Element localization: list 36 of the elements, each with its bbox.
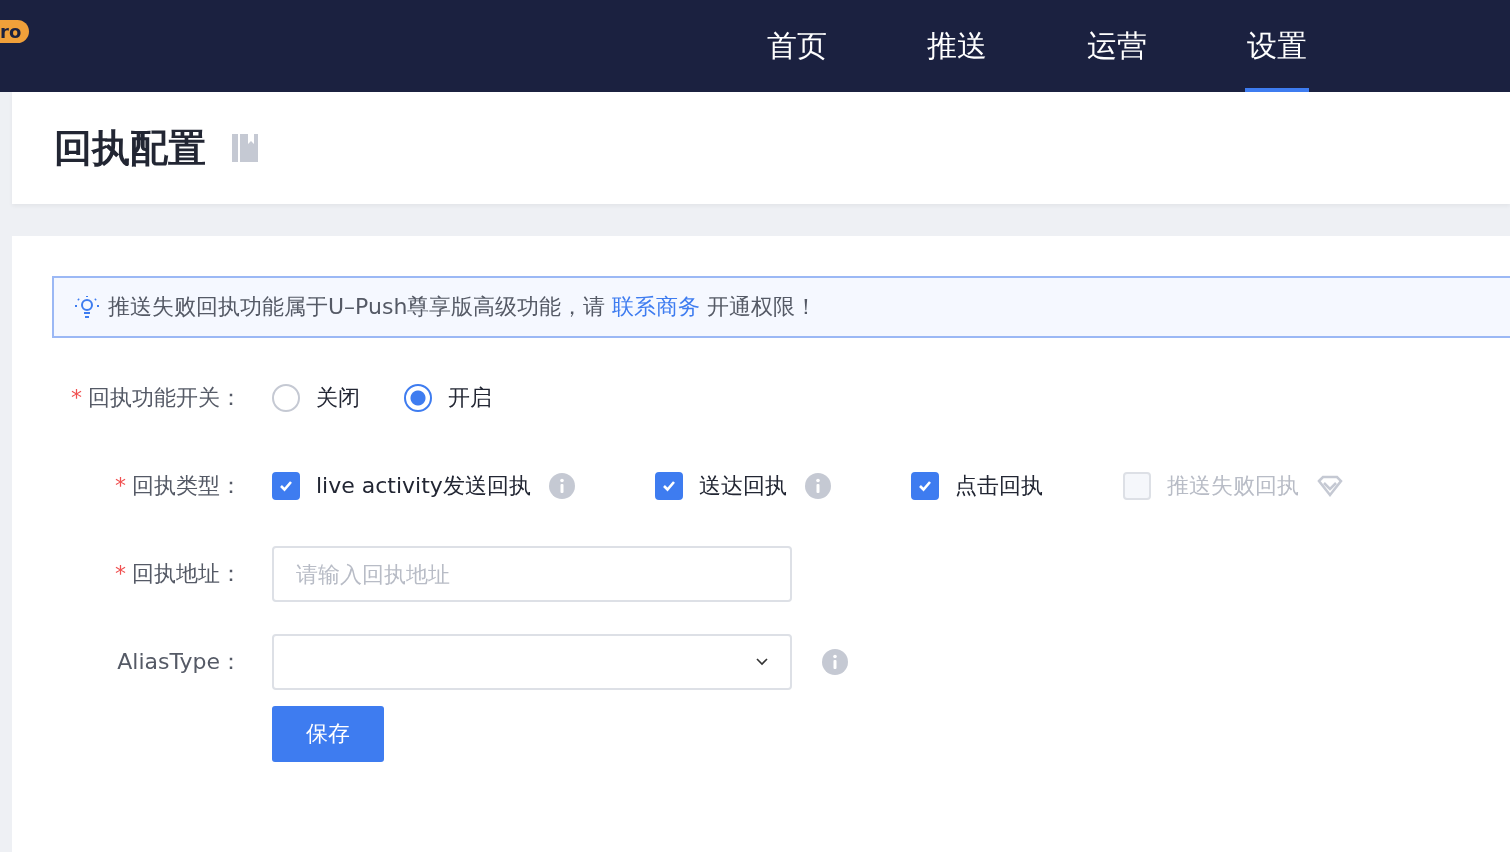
radio-button[interactable] xyxy=(404,384,432,412)
radio-option[interactable]: 关闭 xyxy=(272,383,360,413)
page-title: 回执配置 xyxy=(54,124,206,172)
required-mark: * xyxy=(115,561,126,586)
chevron-down-icon xyxy=(756,658,768,666)
checkbox-label[interactable]: 送达回执 xyxy=(698,471,787,501)
field-label: * 回执类型： xyxy=(114,472,243,500)
nav-tab[interactable]: 首页 xyxy=(765,0,829,92)
check-icon xyxy=(279,480,293,492)
field-label: AliasType： xyxy=(116,648,243,676)
book-icon xyxy=(232,134,258,162)
required-mark: * xyxy=(115,473,126,498)
notice-text: 推送失败回执功能属于U–Push尊享版高级功能，请 联系商务 开通权限！ xyxy=(108,293,818,321)
edition-badge: ro xyxy=(0,20,30,43)
field-label: * 回执地址： xyxy=(114,560,243,588)
lightbulb-icon xyxy=(74,295,100,319)
checkbox[interactable] xyxy=(272,472,300,500)
required-mark: * xyxy=(71,385,82,410)
info-icon xyxy=(822,649,848,675)
address-input-field[interactable]: 请输入回执地址 xyxy=(272,546,792,602)
field-label: * 回执功能开关： xyxy=(70,384,243,412)
radio-button[interactable] xyxy=(272,384,300,412)
check-icon xyxy=(661,480,676,492)
checkbox-label[interactable]: 点击回执 xyxy=(954,471,1043,501)
diamond-icon xyxy=(1316,475,1343,497)
checkbox-label[interactable]: live activity发送回执 xyxy=(316,471,531,501)
radio-option[interactable]: 开启 xyxy=(404,383,492,413)
contact-link[interactable]: 联系商务 xyxy=(612,294,701,319)
checkbox[interactable] xyxy=(910,472,939,500)
nav-tab[interactable]: 推送 xyxy=(925,0,989,92)
info-icon xyxy=(804,473,831,499)
checkbox[interactable] xyxy=(654,472,683,500)
info-icon xyxy=(548,473,575,499)
check-icon xyxy=(917,480,932,492)
nav-tab[interactable]: 运营 xyxy=(1085,0,1149,92)
save-button[interactable]: 保存 xyxy=(272,706,384,762)
